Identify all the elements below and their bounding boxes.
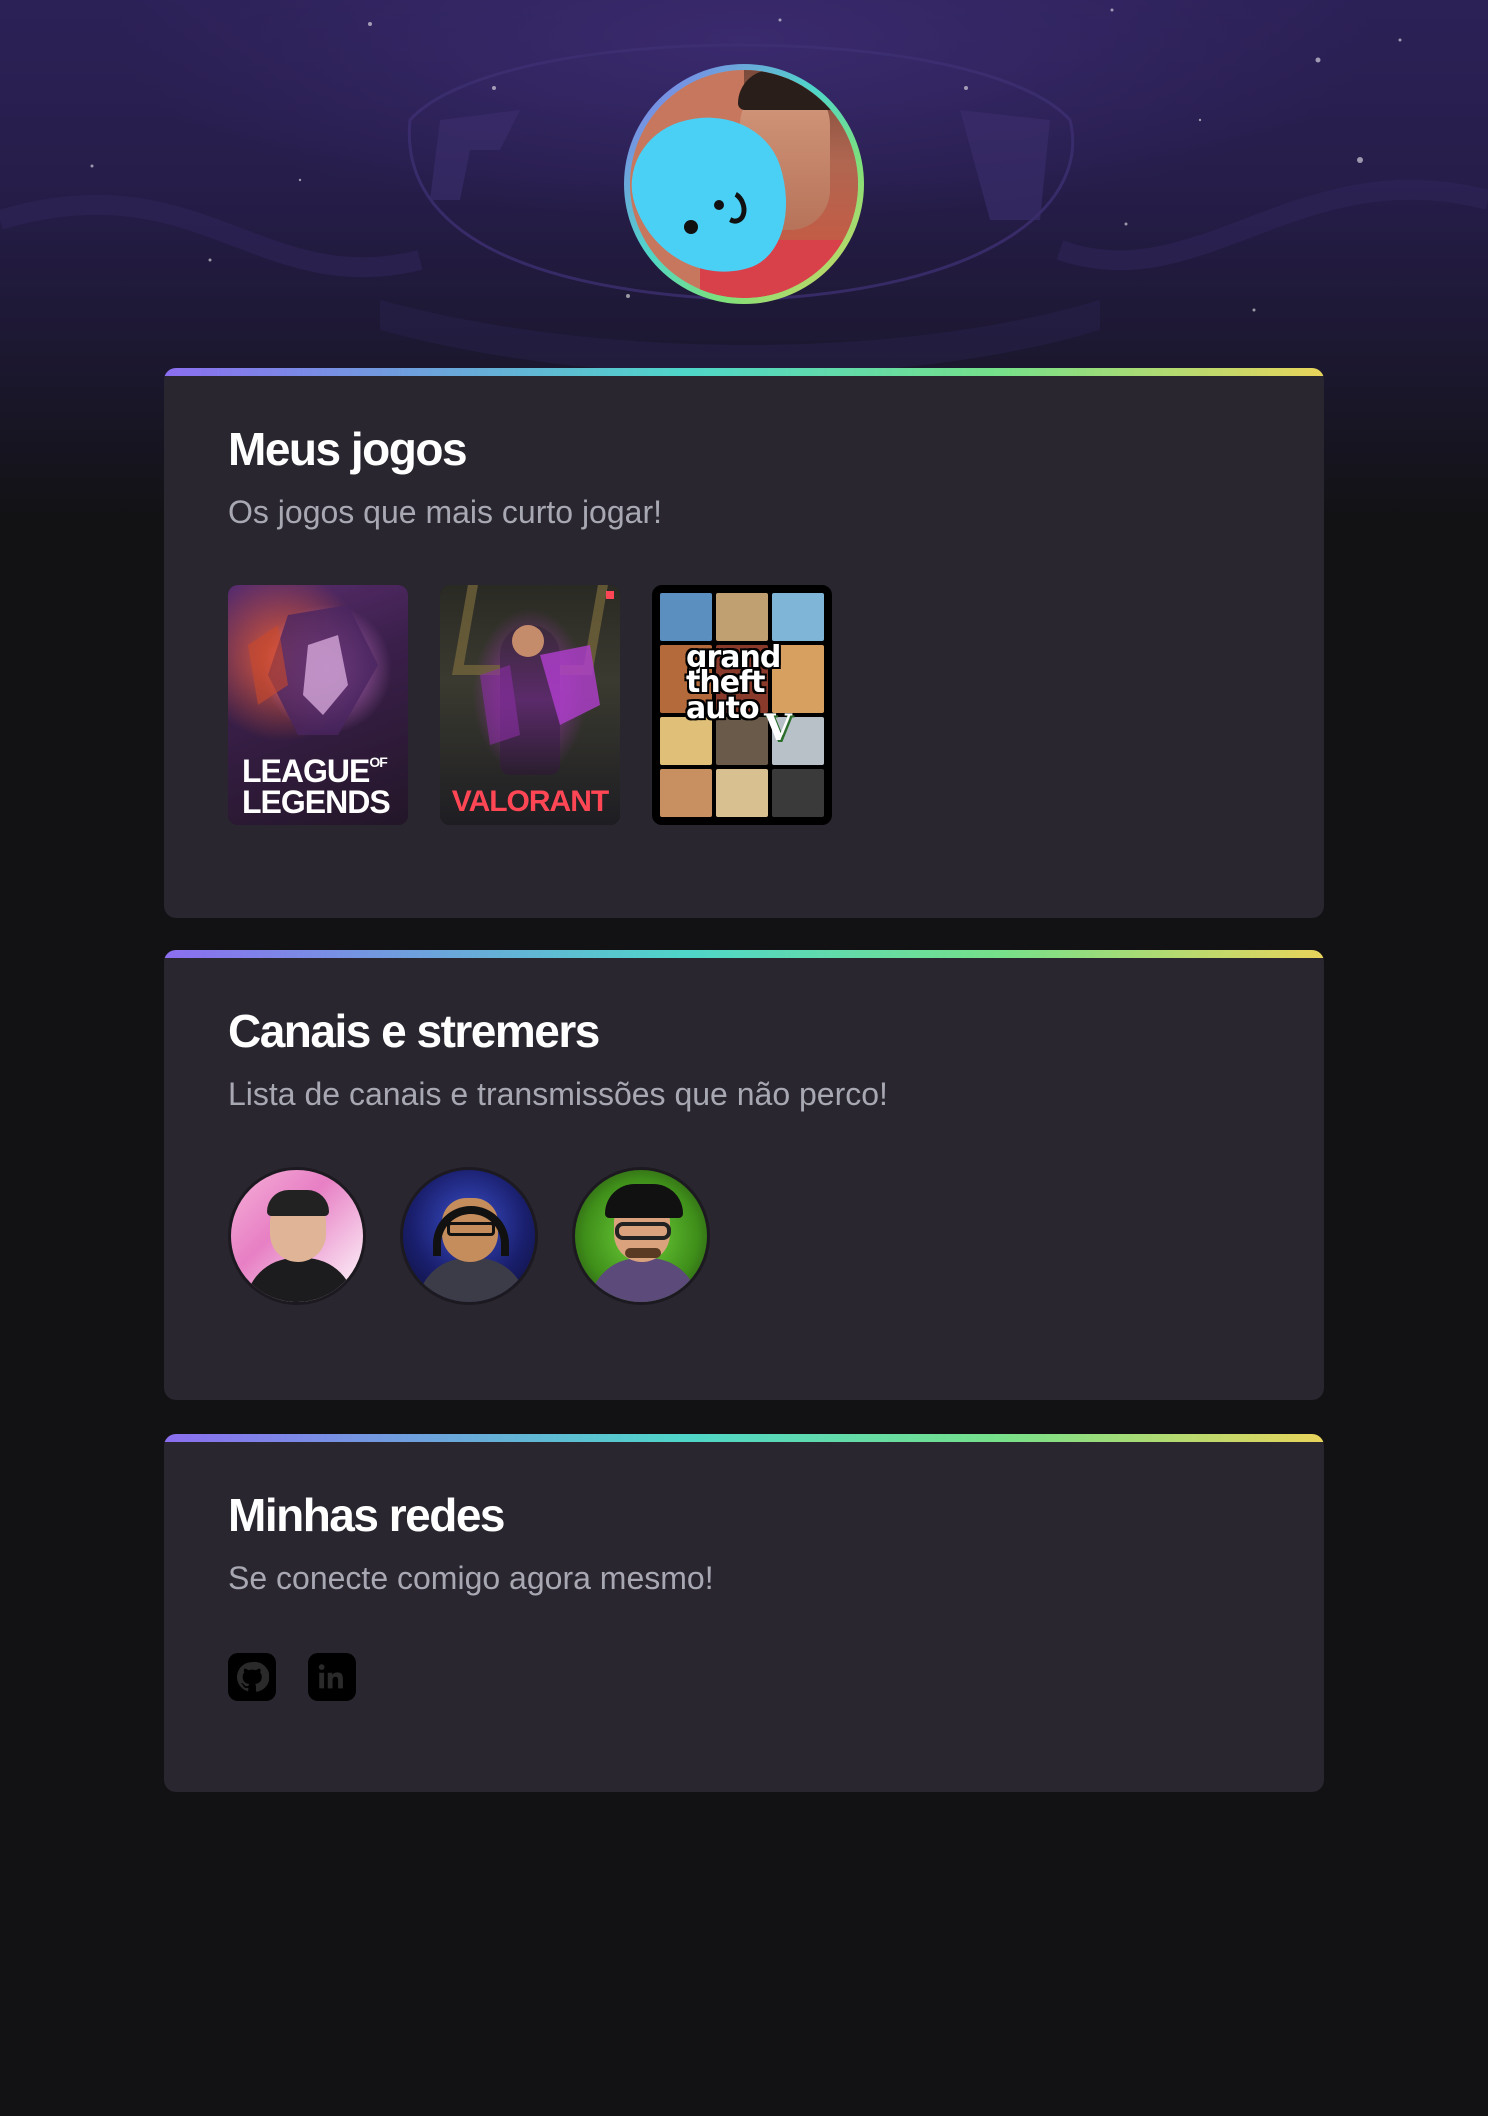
github-icon	[236, 1661, 269, 1692]
channel-avatar-2[interactable]	[400, 1166, 538, 1305]
game-valorant[interactable]: VALORANT	[440, 584, 620, 825]
profile-avatar	[624, 64, 864, 304]
socials-subtitle: Se conecte comigo agora mesmo!	[228, 1559, 714, 1596]
channel-avatar-1[interactable]	[228, 1166, 366, 1305]
github-link[interactable]	[228, 1652, 276, 1701]
games-card: Meus jogos Os jogos que mais curto jogar…	[164, 368, 1324, 918]
channels-card: Canais e stremers Lista de canais e tran…	[164, 950, 1324, 1400]
socials-card: Minhas redes Se conecte comigo agora mes…	[164, 1434, 1324, 1792]
channels-title: Canais e stremers	[228, 1005, 600, 1057]
games-list: LEAGUEOF LEGENDS VALORANT grand theft au…	[228, 584, 1260, 825]
socials-list	[228, 1652, 1260, 1701]
games-title: Meus jogos	[228, 423, 468, 475]
game-league-of-legends[interactable]: LEAGUEOF LEGENDS	[228, 584, 408, 825]
games-subtitle: Os jogos que mais curto jogar!	[228, 493, 662, 530]
channels-subtitle: Lista de canais e transmissões que não p…	[228, 1075, 888, 1112]
valorant-logo-text: VALORANT	[451, 784, 609, 818]
channels-list	[228, 1166, 1260, 1305]
linkedin-link[interactable]	[308, 1652, 356, 1701]
socials-title: Minhas redes	[228, 1489, 506, 1541]
linkedin-icon	[318, 1664, 343, 1689]
avatar-image	[630, 70, 858, 298]
channel-avatar-3[interactable]	[572, 1166, 710, 1305]
gta-v-logo: V	[764, 706, 792, 749]
game-gta-v[interactable]: grand theft auto V	[652, 584, 832, 825]
lol-logo-text: LEAGUEOF LEGENDS	[242, 753, 391, 820]
